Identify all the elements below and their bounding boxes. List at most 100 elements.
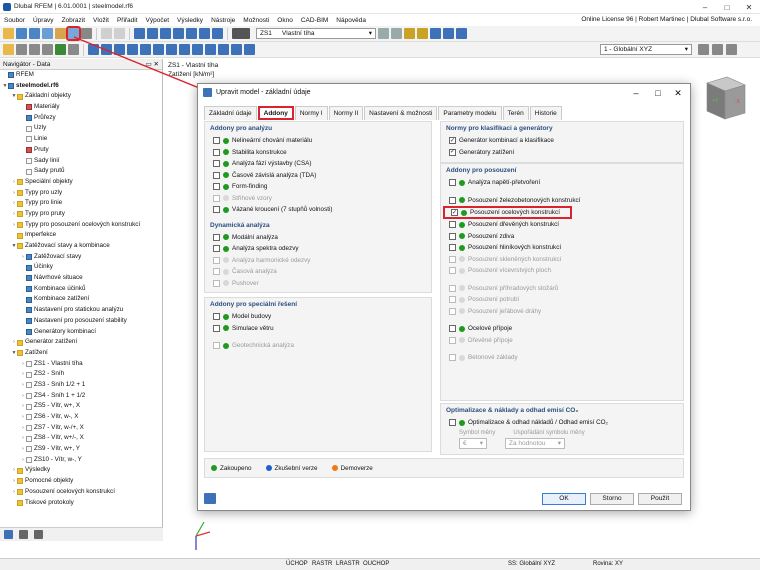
clip-icon[interactable] [179,44,190,55]
x-view-icon[interactable] [101,44,112,55]
addon-row[interactable]: Posouzení jeřábové dráhy [441,306,683,318]
addon-checkbox[interactable] [213,183,220,191]
addon-row[interactable]: Analýza fází výstavby (CSA) [205,158,431,170]
animation-icon[interactable] [456,28,467,39]
addon-row[interactable]: Časová analýza [205,266,431,278]
addon-checkbox[interactable] [213,279,220,287]
tree-item[interactable]: Nastavení pro statickou analýzu [0,305,162,316]
tree-item[interactable]: › Typy pro pruty [0,209,162,220]
menu-item[interactable]: Zobrazit [58,17,89,24]
open-icon[interactable] [16,28,27,39]
menu-item[interactable]: Nápověda [332,17,370,24]
menu-item[interactable]: Přiřadit [113,17,142,24]
minimize-icon[interactable]: – [626,84,646,102]
cloud-icon[interactable] [42,28,53,39]
node-icon[interactable] [16,44,27,55]
tree-item[interactable]: Linie [0,134,162,145]
addon-row[interactable]: Posouzení hliníkových konstrukcí [441,242,683,254]
addon-checkbox[interactable] [213,324,220,332]
currency-select[interactable]: € ▾ [459,437,487,449]
tab-norms-1[interactable]: Normy I [294,106,328,120]
addon-checkbox[interactable] [449,307,456,315]
load-case-combo[interactable]: ZS1 Vlastní tíha ▾ [256,28,376,39]
addon-checkbox[interactable] [213,256,220,264]
tree-item[interactable]: › Generátor zatížení [0,337,162,348]
table-icon[interactable] [134,28,145,39]
tab-settings[interactable]: Nastavení & možnosti [364,106,438,120]
addon-row[interactable]: Dřevěné přípoje [441,335,683,347]
status-snap[interactable]: ÚCHOP [286,559,308,570]
tree-item[interactable]: › ZS10 - Vítr, w-, Y [0,455,162,466]
z-view-icon[interactable] [127,44,138,55]
addon-row[interactable]: Model budovy [205,311,431,323]
addon-checkbox[interactable] [449,179,456,187]
maximize-icon[interactable]: □ [716,0,738,14]
tree-item[interactable]: › ZS5 - Vítr, w+, X [0,401,162,412]
prev-icon[interactable] [378,28,389,39]
tree-item[interactable]: Imperfekce [0,230,162,241]
model-data-icon[interactable] [66,26,81,41]
tree-item[interactable]: › ZS1 - Vlastní tíha [0,359,162,370]
y-view-icon[interactable] [114,44,125,55]
addon-row[interactable]: Posouzení potrubí [441,294,683,306]
tree-item[interactable]: ▼ steelmodel.rf6 [0,81,162,92]
addon-checkbox[interactable] [449,255,456,263]
opt-checkbox[interactable] [449,419,456,427]
addon-row[interactable]: Stabilita konstrukce [205,147,431,159]
tree-item[interactable]: Generátory kombinací [0,327,162,338]
menu-item[interactable]: Úpravy [29,17,58,24]
settings-icon[interactable] [698,44,709,55]
addon-checkbox[interactable] [449,336,456,344]
view-cube-icon[interactable]: +Y -X [697,75,747,121]
support-icon[interactable] [55,44,66,55]
tree-item[interactable]: Účinky [0,262,162,273]
view-icon[interactable] [160,28,171,39]
addon-checkbox[interactable] [449,296,456,304]
tree-item[interactable]: › Pomocné objekty [0,476,162,487]
calc-icon[interactable] [199,28,210,39]
tree-item[interactable]: Materiály [0,102,162,113]
norm-checkbox[interactable]: ✓ [449,148,456,156]
select-icon[interactable] [3,44,14,55]
menu-item[interactable]: Nástroje [207,17,239,24]
tree-item[interactable]: › Typy pro posouzení ocelových konstrukcí [0,220,162,231]
tree-item[interactable]: Nastavení pro posouzení stability [0,316,162,327]
addon-row[interactable]: Nelineární chování materiálu [205,135,431,147]
addon-checkbox[interactable] [449,244,456,252]
addon-row[interactable]: Posouzení vícevrstvých ploch [441,265,683,277]
units-icon[interactable] [204,493,216,504]
addon-checkbox[interactable] [213,233,220,241]
tab-terrain[interactable]: Terén [502,106,529,120]
addon-checkbox[interactable]: ✓ [451,209,458,216]
data-tab-icon[interactable] [4,530,13,539]
dimension-icon[interactable] [205,44,216,55]
menu-item[interactable]: Vložit [89,17,113,24]
tree-item[interactable]: Průřezy [0,113,162,124]
section-icon[interactable] [166,44,177,55]
load-icon[interactable] [404,28,415,39]
grid-icon[interactable] [173,28,184,39]
addon-row[interactable]: Posouzení skleněných konstrukcí [441,254,683,266]
measure-icon[interactable] [192,44,203,55]
tree-item[interactable]: ▼ Základní objekty [0,91,162,102]
addon-checkbox[interactable] [449,232,456,240]
opt-row[interactable]: Optimalizace & odhad nákladů / Odhad emi… [441,417,683,429]
render-icon[interactable] [140,44,151,55]
menu-item[interactable]: Výpočet [142,17,174,24]
addon-row[interactable]: Vázané kroucení (7 stupňů volnosti) [205,204,431,216]
tree-item[interactable]: › Typy pro uzly [0,188,162,199]
views-tab-icon[interactable] [34,530,43,539]
maximize-icon[interactable]: □ [648,84,668,102]
new-file-icon[interactable] [3,28,14,39]
tree-item[interactable]: › Speciální objekty [0,177,162,188]
display-tab-icon[interactable] [19,530,28,539]
close-icon[interactable]: ✕ [738,0,760,14]
addon-row[interactable]: Pushover [205,278,431,290]
redo-icon[interactable] [114,28,125,39]
results-icon[interactable] [186,28,197,39]
tab-history[interactable]: Historie [529,106,562,120]
tree-item[interactable]: › ZS2 - Sníh [0,369,162,380]
tree-item[interactable]: › Zatěžovací stavy [0,252,162,263]
tree-item[interactable]: › ZS4 - Sníh 1 + 1/2 [0,391,162,402]
addon-checkbox[interactable] [213,206,220,214]
